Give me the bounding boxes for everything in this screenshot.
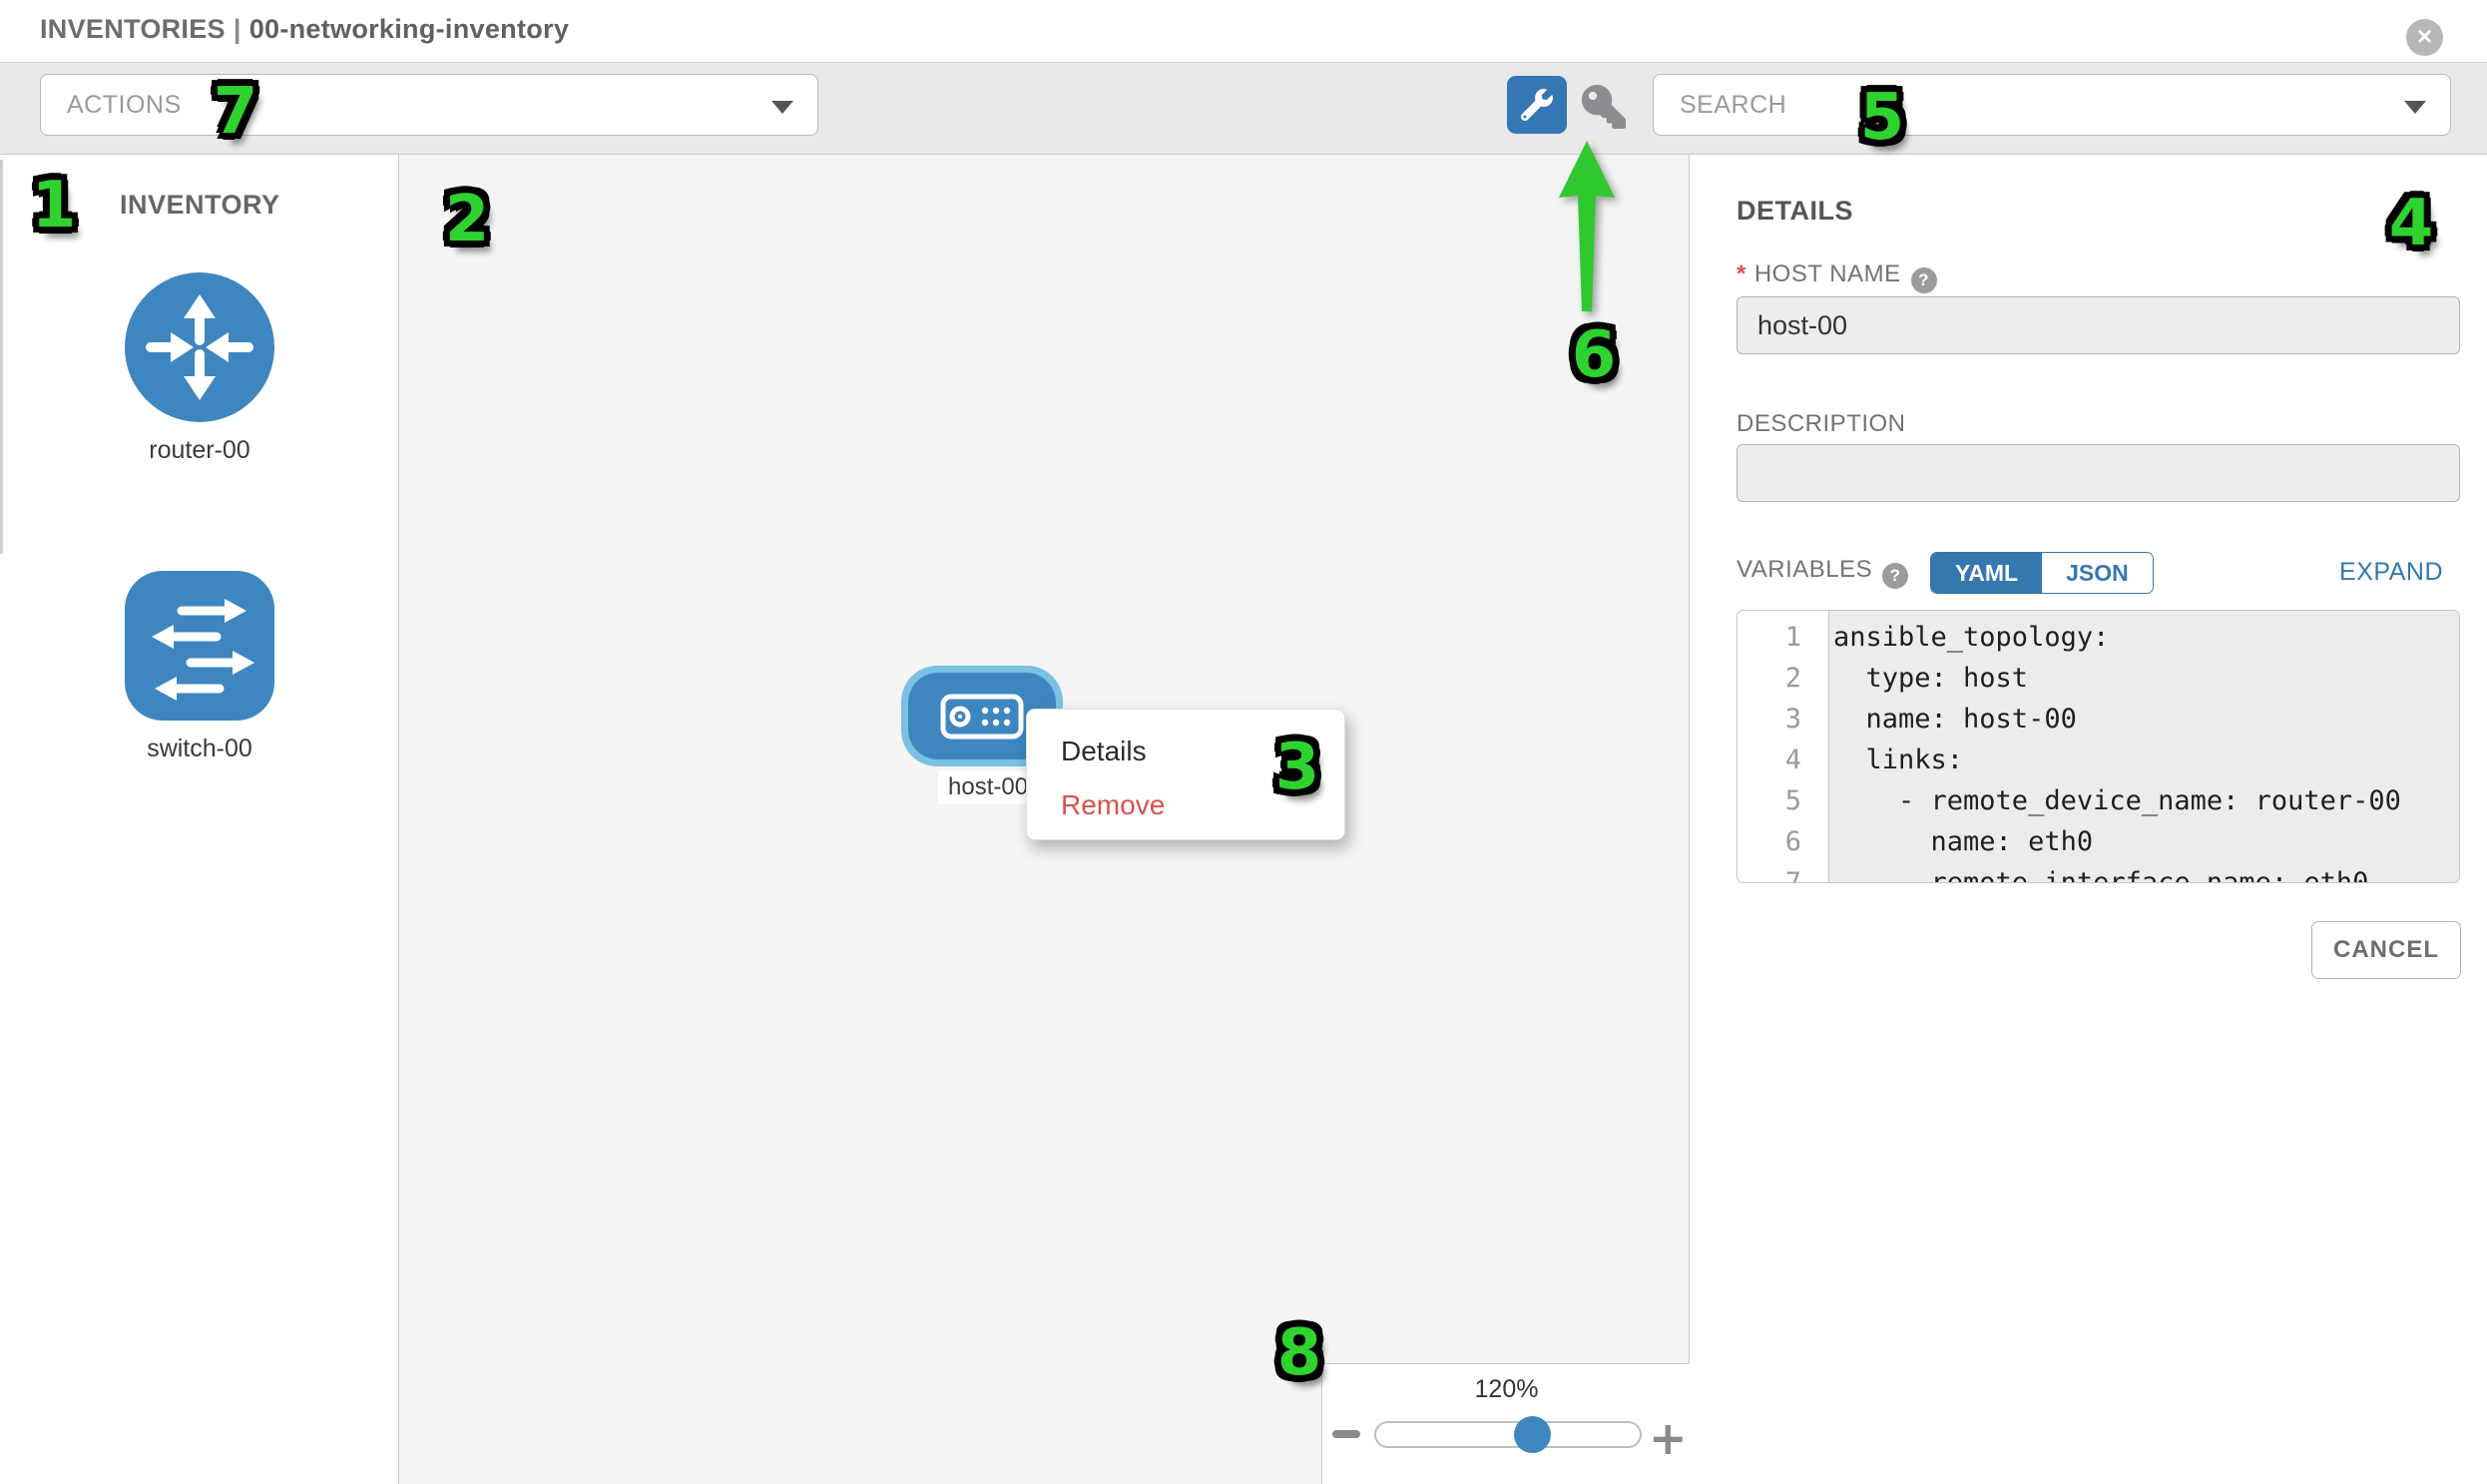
description-label: DESCRIPTION (1737, 410, 1906, 438)
code-line: 3 name: host-00 (1738, 699, 2459, 740)
zoom-out-button[interactable] (1332, 1430, 1360, 1438)
inventory-name: 00-networking-inventory (249, 14, 569, 44)
cancel-button[interactable]: CANCEL (2311, 921, 2461, 979)
context-menu-details[interactable]: Details (1061, 736, 1147, 767)
expand-link[interactable]: EXPAND (2339, 558, 2443, 587)
key-icon[interactable] (1582, 85, 1626, 129)
zoom-widget: 120% + (1321, 1363, 1690, 1484)
wrench-icon (1521, 89, 1553, 121)
router-icon (125, 272, 274, 422)
page-title: INVENTORIES|00-networking-inventory (40, 14, 569, 45)
switch-icon (125, 571, 274, 721)
description-field[interactable] (1737, 444, 2460, 502)
inventory-sidebar: INVENTORY router-00 (0, 155, 399, 1484)
sidebar-heading: INVENTORY (120, 190, 280, 221)
code-line: 1ansible_topology: (1738, 617, 2459, 658)
close-button[interactable]: ✕ (2406, 19, 2443, 56)
toolbar: ACTIONS SEARCH (0, 62, 2487, 155)
zoom-slider-thumb[interactable] (1514, 1416, 1551, 1453)
topology-canvas[interactable]: host-00 Details Remove 120% + (399, 155, 1690, 1484)
host-icon (940, 694, 1024, 740)
palette-item-label: router-00 (125, 436, 274, 465)
chevron-down-icon (771, 101, 793, 114)
zoom-slider-track[interactable] (1374, 1421, 1642, 1448)
context-menu: Details Remove (1026, 709, 1345, 840)
search-dropdown[interactable]: SEARCH (1653, 74, 2451, 136)
zoom-level: 120% (1322, 1375, 1691, 1404)
toggle-json[interactable]: JSON (2042, 553, 2153, 593)
variables-editor[interactable]: 1ansible_topology: 2 type: host 3 name: … (1737, 610, 2460, 883)
code-line: 4 links: (1738, 740, 2459, 780)
variables-format-toggle: YAML JSON (1930, 552, 2154, 594)
zoom-in-button[interactable]: + (1649, 1411, 1688, 1465)
close-icon: ✕ (2416, 25, 2434, 50)
actions-dropdown[interactable]: ACTIONS (40, 74, 818, 136)
palette-item-label: switch-00 (125, 735, 274, 763)
required-marker: * (1737, 260, 1746, 287)
breadcrumb-separator: | (226, 14, 249, 44)
search-input: SEARCH (1680, 91, 1786, 120)
chevron-down-icon (2404, 101, 2426, 114)
palette-item-router[interactable]: router-00 (125, 272, 274, 465)
header: INVENTORIES|00-networking-inventory ✕ (0, 0, 2487, 62)
palette-item-switch[interactable]: switch-00 (125, 571, 274, 763)
actions-dropdown-label: ACTIONS (67, 91, 182, 120)
details-panel: DETAILS *HOST NAME? DESCRIPTION VARIABLE… (1691, 155, 2487, 1484)
help-icon[interactable]: ? (1882, 563, 1908, 589)
code-line: 2 type: host (1738, 658, 2459, 699)
host-name-label: *HOST NAME? (1737, 260, 1937, 293)
inventory-topology-screen: INVENTORIES|00-networking-inventory ✕ AC… (0, 0, 2487, 1484)
breadcrumb: INVENTORIES (40, 14, 226, 44)
tools-button[interactable] (1507, 76, 1567, 134)
context-menu-remove[interactable]: Remove (1061, 789, 1165, 821)
editor-lines: 1ansible_topology: 2 type: host 3 name: … (1738, 611, 2459, 883)
details-heading: DETAILS (1737, 196, 1853, 227)
host-node-label: host-00 (938, 770, 1038, 804)
code-line: 6 name: eth0 (1738, 821, 2459, 862)
toggle-yaml[interactable]: YAML (1931, 553, 2042, 593)
host-name-field[interactable] (1737, 296, 2460, 354)
variables-label: VARIABLES? (1737, 556, 1908, 589)
code-line: 5 - remote_device_name: router-00 (1738, 780, 2459, 821)
help-icon[interactable]: ? (1911, 267, 1937, 293)
code-line: 7 remote_interface_name: eth0 (1738, 862, 2459, 883)
sidebar-scrollbar[interactable] (0, 160, 3, 554)
